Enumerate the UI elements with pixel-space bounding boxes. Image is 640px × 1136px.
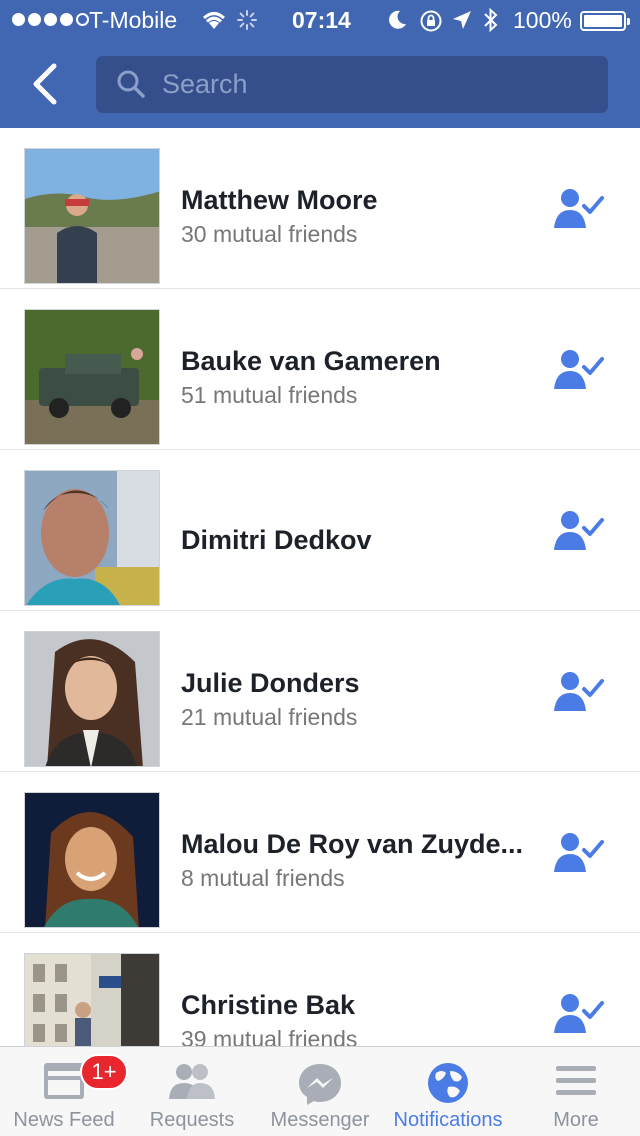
rotation-lock-icon <box>420 10 442 32</box>
list-item[interactable]: Malou De Roy van Zuyde... 8 mutual frien… <box>0 772 640 933</box>
friends-check-icon[interactable] <box>552 669 608 713</box>
tab-news-feed[interactable]: 1+ News Feed <box>0 1047 128 1136</box>
friends-check-icon[interactable] <box>552 186 608 230</box>
mutual-friends-count: 39 mutual friends <box>181 1026 358 1046</box>
status-time: 07:14 <box>292 7 351 33</box>
list-item[interactable]: Dimitri Dedkov <box>0 450 640 611</box>
friend-requests-icon <box>169 1064 215 1099</box>
friends-list: Matthew Moore 30 mutual friends Bauke va… <box>0 128 640 1046</box>
carrier-name: T-Mobile <box>89 7 178 33</box>
avatar[interactable] <box>24 792 160 928</box>
location-arrow-icon <box>453 11 471 29</box>
avatar[interactable] <box>24 470 160 606</box>
bluetooth-icon <box>484 7 498 33</box>
tab-label: News Feed <box>13 1109 115 1131</box>
tab-notifications[interactable]: Notifications <box>384 1047 512 1136</box>
back-chevron-icon[interactable] <box>28 62 64 106</box>
list-item[interactable]: Matthew Moore 30 mutual friends <box>0 128 640 289</box>
friends-check-icon[interactable] <box>552 347 608 391</box>
globe-icon <box>428 1063 468 1103</box>
signal-strength-icon <box>12 13 89 26</box>
friend-name[interactable]: Christine Bak <box>181 990 355 1021</box>
tab-more[interactable]: More <box>512 1047 640 1136</box>
notification-badge: 1+ <box>80 1054 128 1090</box>
friends-check-icon[interactable] <box>552 508 608 552</box>
tab-messenger[interactable]: Messenger <box>256 1047 384 1136</box>
friend-name[interactable]: Matthew Moore <box>181 185 378 216</box>
tab-label: More <box>553 1109 599 1131</box>
avatar[interactable] <box>24 309 160 445</box>
friend-name[interactable]: Julie Donders <box>181 668 360 699</box>
top-header: T-Mobile 07:14 100% Search <box>0 0 640 128</box>
mutual-friends-count: 21 mutual friends <box>181 704 358 730</box>
friends-check-icon[interactable] <box>552 991 608 1035</box>
mutual-friends-count: 8 mutual friends <box>181 865 345 891</box>
list-item[interactable]: Bauke van Gameren 51 mutual friends <box>0 289 640 450</box>
battery-icon <box>580 11 630 31</box>
tab-label: Messenger <box>270 1109 370 1131</box>
friend-name[interactable]: Malou De Roy van Zuyde... <box>181 829 523 860</box>
search-bar[interactable] <box>96 56 608 113</box>
battery-percentage: 100% <box>513 7 572 33</box>
hamburger-menu-icon <box>556 1066 596 1095</box>
bottom-tab-bar: 1+ News Feed Requests Messenger Notifica… <box>0 1046 640 1136</box>
mutual-friends-count: 51 mutual friends <box>181 382 358 408</box>
tab-requests[interactable]: Requests <box>128 1047 256 1136</box>
tab-label: Requests <box>149 1109 235 1131</box>
avatar[interactable] <box>24 148 160 284</box>
avatar[interactable] <box>24 631 160 767</box>
friend-name[interactable]: Dimitri Dedkov <box>181 525 372 556</box>
activity-spinner-icon <box>237 10 257 30</box>
status-bar: T-Mobile 07:14 100% <box>0 0 640 40</box>
mutual-friends-count: 30 mutual friends <box>181 221 358 247</box>
friend-name[interactable]: Bauke van Gameren <box>181 346 441 377</box>
list-item[interactable]: Julie Donders 21 mutual friends <box>0 611 640 772</box>
search-icon <box>117 70 145 98</box>
news-feed-icon <box>44 1063 84 1099</box>
friends-check-icon[interactable] <box>552 830 608 874</box>
messenger-icon <box>299 1064 341 1105</box>
search-input[interactable] <box>162 66 582 102</box>
avatar[interactable] <box>24 953 160 1046</box>
list-item[interactable]: Christine Bak 39 mutual friends <box>0 933 640 1046</box>
tab-label: Notifications <box>393 1109 503 1131</box>
wifi-icon <box>202 12 226 29</box>
do-not-disturb-moon-icon <box>389 10 406 29</box>
